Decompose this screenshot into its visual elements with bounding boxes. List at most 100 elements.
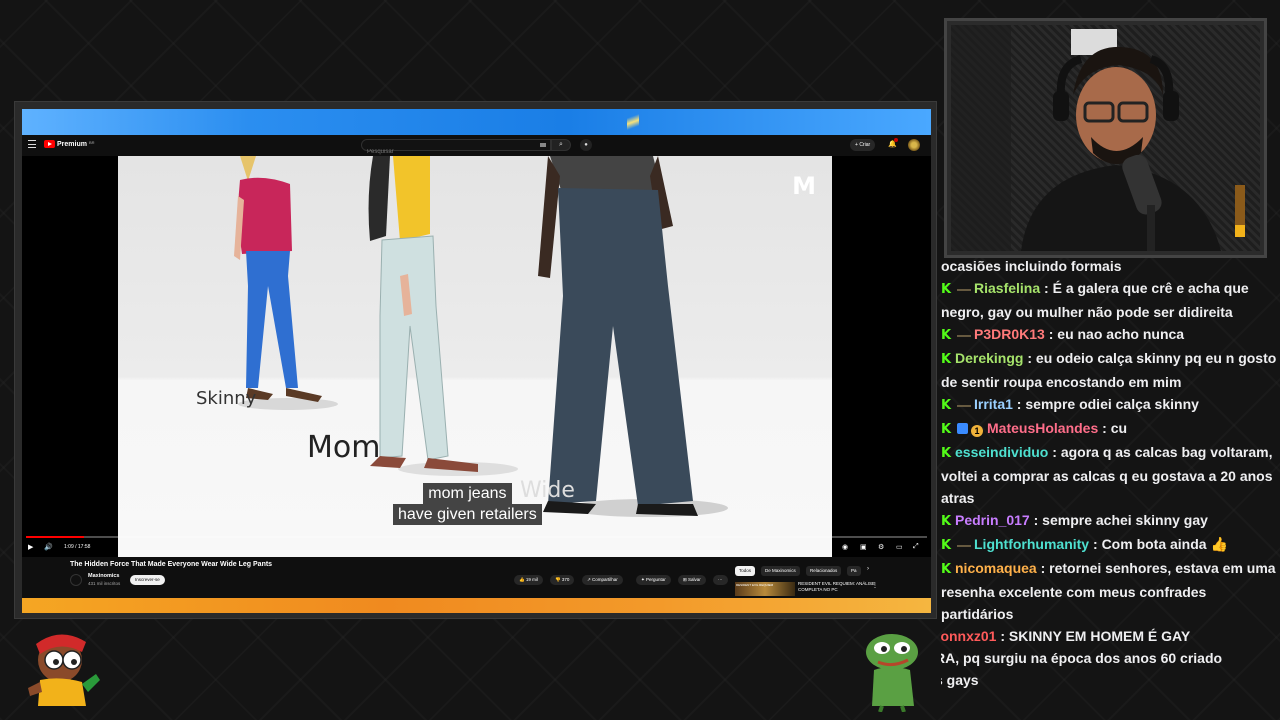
- channel-watermark-icon: M: [792, 172, 816, 200]
- chat-username[interactable]: ronnxz01: [941, 628, 996, 644]
- chat-message: ronnxz01 : SKINNY EM HOMEM É GAY: [941, 625, 1277, 647]
- kick-badge-icon: K: [941, 398, 952, 413]
- top-gradient-bar: [22, 109, 931, 135]
- dislike-icon: 👎: [555, 577, 561, 582]
- subscriber-badge-icon: [957, 541, 971, 547]
- coin-badge-icon: 1: [971, 425, 983, 437]
- subtitles-icon[interactable]: ▣: [860, 543, 867, 551]
- browser-window: Premium BR ⌕ ● + Criar 🔔: [14, 101, 937, 619]
- kick-badge-icon: K: [941, 328, 952, 343]
- menu-icon[interactable]: [28, 140, 36, 148]
- notification-dot: [894, 138, 898, 142]
- save-label: Salvar: [688, 577, 701, 582]
- chat-message: Knicomaquea : retornei senhores, estava …: [941, 557, 1277, 625]
- chat-separator: :: [996, 628, 1009, 644]
- chip-more[interactable]: Pa: [847, 566, 861, 576]
- youtube-header: Premium BR ⌕ ● + Criar 🔔: [22, 135, 931, 157]
- chat-separator: :: [1098, 420, 1111, 436]
- save-button[interactable]: ⊞ Salvar: [678, 575, 706, 585]
- video-player[interactable]: M Skinny Mom Wide mom jeans have given r…: [22, 156, 931, 557]
- label-mom: Mom: [307, 430, 381, 465]
- video-progress-bar[interactable]: [26, 536, 927, 538]
- chip-todos[interactable]: Todos: [735, 566, 756, 576]
- pepe-frog-sticker: [866, 634, 918, 712]
- logo-country: BR: [88, 139, 95, 145]
- chat-message-text: sempre odiei calça skinny: [1025, 396, 1199, 412]
- chip-relacionados[interactable]: Relacionados: [806, 566, 842, 576]
- recommended-menu-icon[interactable]: ⋮: [872, 582, 878, 589]
- share-label: Compartilhar: [592, 577, 618, 582]
- chat-message-text: SKINNY EM HOMEM É GAY: [1008, 628, 1191, 644]
- streamer-photo: [951, 25, 1245, 251]
- keyboard-icon[interactable]: [540, 143, 546, 147]
- progress-fill: [26, 536, 84, 538]
- theater-mode-icon[interactable]: ▭: [896, 543, 903, 551]
- kick-badge-icon: K: [941, 538, 952, 553]
- chat-username[interactable]: nicomaquea: [955, 560, 1037, 576]
- subscriber-badge-icon: [957, 331, 971, 337]
- video-time: 1:09 / 17:58: [64, 544, 91, 550]
- ask-button[interactable]: ✦ Perguntar: [636, 575, 671, 585]
- chat-message: K Lightforhumanity : Com bota ainda 👍: [941, 533, 1277, 557]
- recommended-thumbnail[interactable]: RESIDENT EVIL REQUIEM: [735, 582, 795, 596]
- chat-separator: :: [1044, 326, 1058, 342]
- dislike-button[interactable]: 👎 370: [550, 575, 575, 585]
- chat-panel: ocasiões incluindo formais K Riasfelina : …: [941, 255, 1277, 720]
- chat-username[interactable]: esseindividuo: [955, 444, 1048, 460]
- youtube-logo[interactable]: Premium BR: [44, 140, 95, 148]
- chat-username[interactable]: P3DR0K13: [974, 326, 1045, 342]
- kick-badge-icon: K: [941, 352, 952, 367]
- create-label: Criar: [859, 142, 871, 148]
- ask-icon: ✦: [641, 577, 645, 582]
- youtube-play-icon: [44, 140, 55, 148]
- chips-next-icon[interactable]: ›: [867, 566, 869, 572]
- chat-username[interactable]: MateusHolandes: [987, 420, 1098, 436]
- chat-message: K P3DR0K13 : eu nao acho nunca: [941, 323, 1277, 347]
- chip-de-maxinomics[interactable]: De Maxinomics: [761, 566, 800, 576]
- chat-message: RA, pq surgiu na época dos anos 60 criad…: [941, 647, 1277, 669]
- mic-button[interactable]: ●: [580, 139, 592, 151]
- subscribe-button[interactable]: Inscrever-se: [130, 575, 165, 585]
- channel-name[interactable]: Maxinomics: [88, 573, 119, 579]
- label-skinny: Skinny: [196, 388, 257, 409]
- search-button[interactable]: ⌕: [551, 139, 571, 151]
- chat-separator: :: [1048, 444, 1061, 460]
- recommended-thumb-text: RESIDENT EVIL REQUIEM: [736, 583, 774, 587]
- player-controls: ▶ 🔊 1:09 / 17:58 ◉ ▣ ⚙ ▭ ⤢: [22, 541, 931, 555]
- volume-icon[interactable]: 🔊: [44, 543, 53, 551]
- more-actions-button[interactable]: ⋯: [713, 575, 728, 585]
- dislike-count: 370: [561, 577, 570, 582]
- kick-badge-icon: K: [941, 446, 952, 461]
- chat-username[interactable]: Riasfelina: [974, 280, 1040, 296]
- logo-text: Premium: [57, 140, 87, 148]
- webcam-feed: [951, 25, 1260, 251]
- watermark-text: M: [792, 172, 816, 200]
- video-captions: mom jeans have given retailers: [393, 483, 542, 525]
- settings-icon[interactable]: ⚙: [878, 543, 884, 551]
- chat-separator: :: [1089, 536, 1102, 552]
- chat-username[interactable]: Irrita1: [974, 396, 1013, 412]
- share-button[interactable]: ↗ Compartilhar: [582, 575, 623, 585]
- share-icon: ↗: [587, 577, 591, 582]
- fullscreen-icon[interactable]: ⤢: [913, 543, 919, 551]
- chat-username[interactable]: Pedrin_017: [955, 512, 1030, 528]
- video-frame[interactable]: M Skinny Mom Wide mom jeans have given r…: [118, 156, 832, 557]
- search-box: [361, 139, 551, 157]
- like-button[interactable]: 👍 19 mil: [514, 575, 543, 585]
- chat-username[interactable]: Lightforhumanity: [974, 536, 1089, 552]
- save-icon: ⊞: [683, 577, 687, 582]
- cartoon-character-sticker: [28, 634, 100, 706]
- chat-separator: :: [1036, 560, 1050, 576]
- account-avatar[interactable]: [908, 139, 920, 151]
- create-button[interactable]: + Criar: [850, 139, 876, 151]
- caption-line-2: have given retailers: [393, 504, 542, 525]
- box-badge-icon: [957, 423, 968, 434]
- channel-avatar[interactable]: [70, 574, 82, 586]
- play-icon[interactable]: ▶: [28, 543, 33, 551]
- recommended-title[interactable]: RESIDENT EVIL REQUIEM: ANÁLISE COMPLETA …: [798, 581, 878, 593]
- chat-message: ocasiões incluindo formais: [941, 255, 1277, 277]
- autoplay-icon[interactable]: ◉: [842, 543, 848, 551]
- kick-badge-icon: K: [941, 514, 952, 529]
- chat-username[interactable]: Derekingg: [955, 350, 1023, 366]
- like-icon: 👍: [519, 577, 525, 582]
